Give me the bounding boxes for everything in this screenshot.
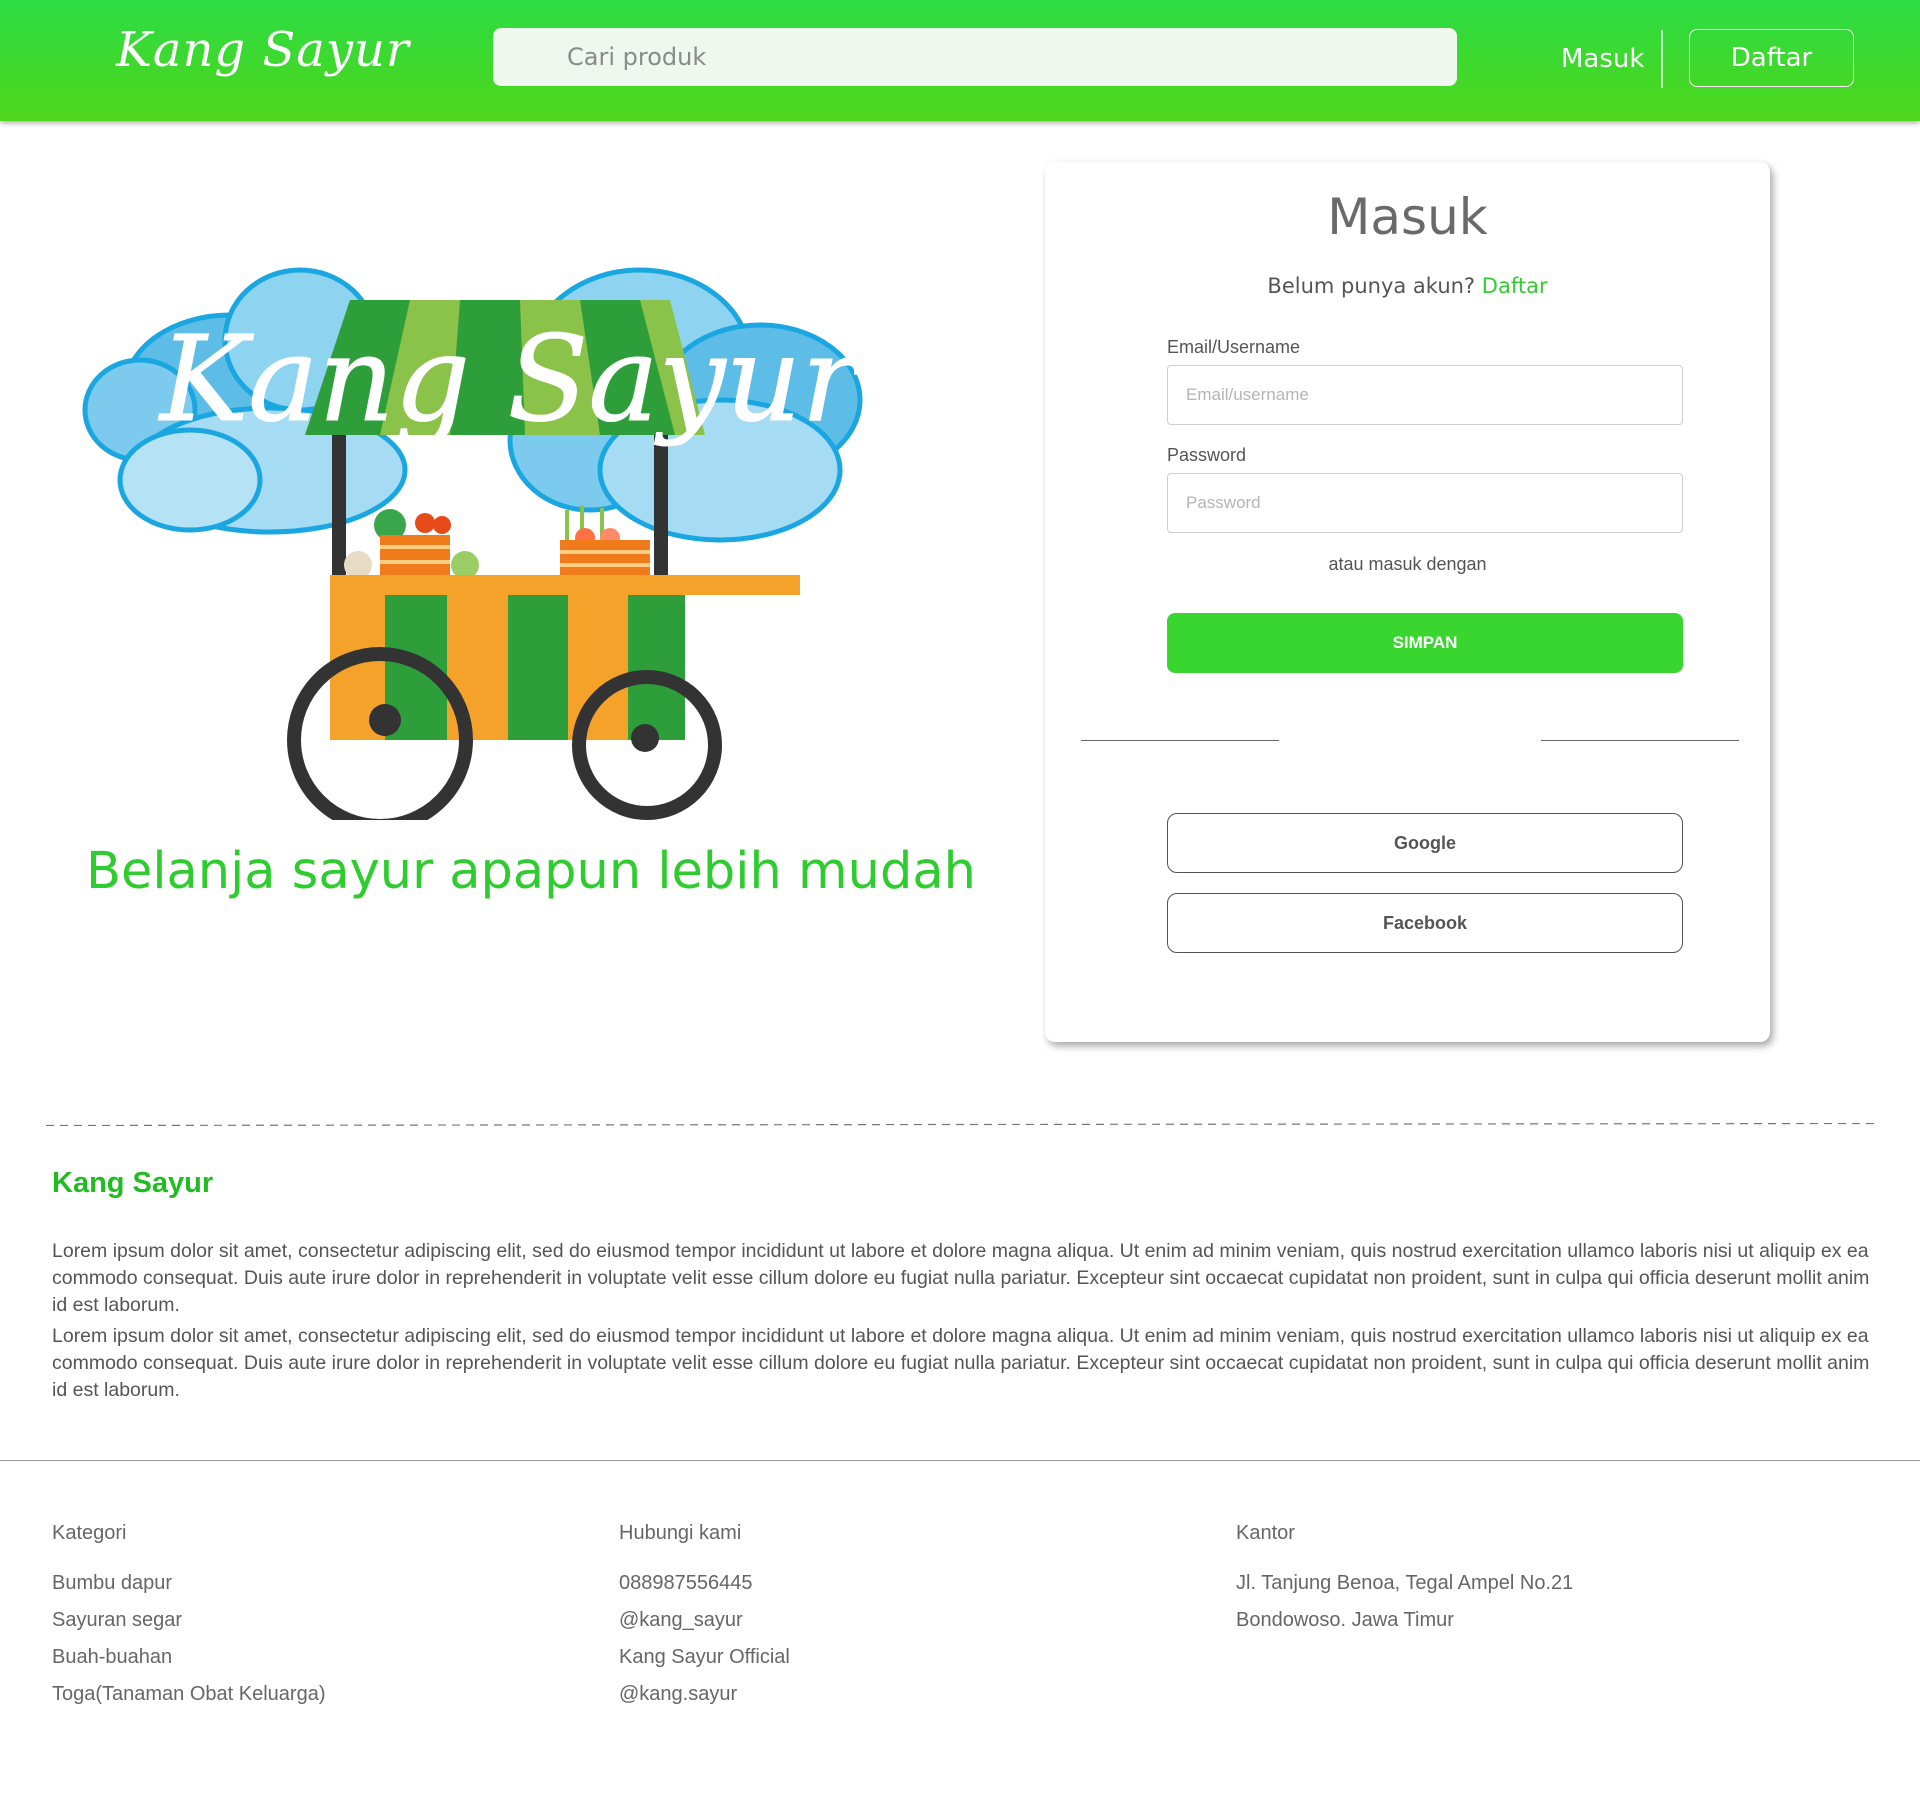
vegetable-crate-icon (344, 509, 479, 579)
footer-heading: Hubungi kami (619, 1522, 742, 1544)
footer-kantor: Kantor Jl. Tanjung Benoa, Tegal Ampel No… (1236, 1522, 1573, 1646)
nav-login-link[interactable]: Masuk (1561, 44, 1644, 74)
search-input[interactable] (493, 28, 1457, 86)
password-label: Password (1167, 445, 1247, 465)
about-paragraph: Lorem ipsum dolor sit amet, consectetur … (52, 1240, 1870, 1316)
footer-heading: Kategori (52, 1522, 127, 1544)
register-link[interactable]: Daftar (1482, 274, 1548, 298)
section-divider (46, 1123, 1876, 1126)
nav-register-button[interactable]: Daftar (1689, 29, 1854, 87)
footer-link-buah[interactable]: Buah-buahan (52, 1646, 326, 1683)
facebook-login-button[interactable]: Facebook (1167, 893, 1683, 953)
google-login-button[interactable]: Google (1167, 813, 1683, 873)
divider-right (1541, 740, 1739, 741)
footer-link-toga[interactable]: Toga(Tanaman Obat Keluarga) (52, 1683, 326, 1720)
vegetable-cart-illustration: Kang Sayur (82, 267, 865, 820)
about-paragraph: Lorem ipsum dolor sit amet, consectetur … (52, 1325, 1870, 1401)
login-title: Masuk (1327, 188, 1488, 246)
about-title: Kang Sayur (52, 1167, 214, 1199)
footer-address-line: Jl. Tanjung Benoa, Tegal Ampel No.21 (1236, 1572, 1574, 1594)
footer-phone[interactable]: 088987556445 (619, 1572, 790, 1609)
hero-tagline: Belanja sayur apapun lebih mudah (86, 842, 976, 901)
submit-button[interactable]: SIMPAN (1167, 613, 1683, 673)
footer-address-line: Bondowoso. Jawa Timur (1236, 1609, 1454, 1631)
footer-rule (0, 1460, 1920, 1461)
password-field[interactable] (1167, 473, 1683, 533)
illustration-logo-text: Kang Sayur (158, 310, 864, 448)
register-prompt: Belum punya akun? Daftar (1045, 274, 1770, 298)
footer-link-bumbu[interactable]: Bumbu dapur (52, 1572, 326, 1609)
footer-kategori: Kategori Bumbu dapur Sayuran segar Buah-… (52, 1522, 326, 1720)
email-label: Email/Username (1167, 337, 1301, 357)
top-navbar: Kang Sayur Masuk Daftar (0, 0, 1920, 121)
footer-social-handle[interactable]: @kang.sayur (619, 1683, 790, 1720)
divider-left (1081, 740, 1279, 741)
email-field[interactable] (1167, 365, 1683, 425)
nav-separator (1661, 30, 1663, 88)
footer-hubungi: Hubungi kami 088987556445 @kang_sayur Ka… (619, 1522, 790, 1720)
footer-heading: Kantor (1236, 1522, 1295, 1544)
footer-link-sayuran[interactable]: Sayuran segar (52, 1609, 326, 1646)
footer-social-page[interactable]: Kang Sayur Official (619, 1646, 790, 1683)
alt-login-text: atau masuk dengan (1328, 554, 1487, 574)
brand-logo[interactable]: Kang Sayur (116, 22, 410, 78)
no-account-text: Belum punya akun? (1267, 274, 1476, 298)
footer-social-handle[interactable]: @kang_sayur (619, 1609, 790, 1646)
cart-pole-left (332, 435, 346, 575)
login-card: Masuk Belum punya akun? Daftar Email/Use… (1045, 162, 1770, 1042)
cart-pole-right (654, 435, 668, 575)
